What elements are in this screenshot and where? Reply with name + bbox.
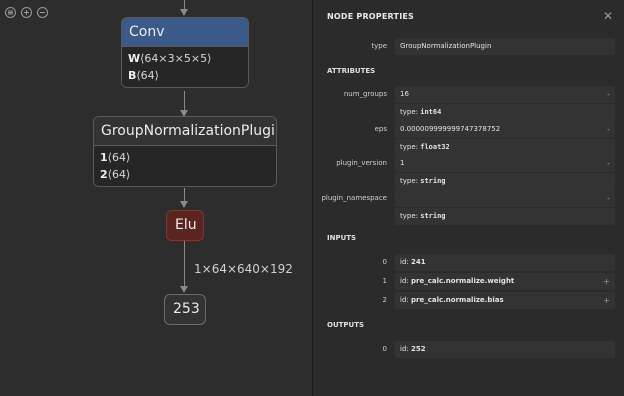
attribute-field[interactable]: 0.00000999999974737875​2- type: float32	[395, 121, 615, 156]
attribute-value: 0.00000999999974737875​2-	[395, 121, 615, 138]
attribute-type: type: float32	[395, 138, 615, 156]
edge-arrow	[180, 201, 188, 208]
type-value: GroupNormalizationPlugin	[400, 42, 492, 50]
output-id: id: 252	[400, 345, 426, 353]
inputs-heading: INPUTS	[327, 234, 357, 242]
zoom-in-icon[interactable]	[20, 6, 32, 18]
input-id: id: 241	[400, 258, 426, 266]
input-index: 2	[382, 296, 387, 304]
edge-arrow	[180, 286, 188, 293]
edge-arrow	[180, 9, 188, 16]
type-field: GroupNormalizationPlugin	[395, 38, 615, 55]
attribute-name: plugin_version	[336, 159, 387, 167]
node-title: Elu	[175, 217, 197, 233]
attribute-type: type: string	[395, 172, 615, 190]
node-title: GroupNormalizationPlugin	[94, 117, 276, 146]
node-properties-panel: NODE PROPERTIES ✕ type GroupNormalizatio…	[312, 0, 624, 396]
node-input-row: 2⟨64⟩	[100, 168, 131, 181]
attribute-type: type: int64	[395, 103, 615, 121]
node-title: Conv	[122, 18, 248, 47]
edge-shape-label: 1×64×640×192	[194, 262, 293, 276]
input-field[interactable]: id: pre_calc.normalize.weight +	[395, 273, 615, 290]
attribute-name: plugin_namespace	[321, 194, 387, 202]
attribute-value: 16-	[395, 86, 615, 103]
input-index: 1	[382, 277, 387, 285]
node-input-row: 1⟨64⟩	[100, 151, 131, 164]
input-id: id: pre_calc.normalize.weight +	[395, 273, 615, 290]
outputs-heading: OUTPUTS	[327, 321, 365, 329]
output-index: 0	[382, 345, 387, 353]
expand-icon[interactable]: -	[607, 121, 610, 138]
attribute-field[interactable]: - type: string	[395, 190, 615, 225]
attribute-type: type: string	[395, 207, 615, 225]
graph-canvas[interactable]: 1×64×640×192 Conv W⟨64×3×5×5⟩ B⟨64⟩ Grou…	[0, 0, 312, 396]
node-input-row: B⟨64⟩	[128, 69, 159, 82]
edge-conv-gnp	[184, 91, 185, 111]
expand-icon[interactable]: -	[607, 155, 610, 172]
input-index: 0	[382, 258, 387, 266]
input-id: id: pre_calc.normalize.bias +	[395, 292, 615, 309]
edge-gnp-elu	[184, 188, 185, 202]
graph-toolbar	[4, 6, 48, 18]
expand-icon[interactable]: +	[603, 292, 610, 309]
attribute-name: eps	[374, 125, 387, 133]
edge-elu-output	[184, 241, 185, 287]
node-input-row: W⟨64×3×5×5⟩	[128, 52, 212, 65]
attribute-field[interactable]: 16- type: int64	[395, 86, 615, 121]
expand-icon[interactable]: -	[607, 86, 610, 103]
attribute-name: num_groups	[343, 90, 387, 98]
attribute-field[interactable]: 1- type: string	[395, 155, 615, 190]
panel-title: NODE PROPERTIES	[327, 12, 414, 21]
attribute-value: -	[395, 190, 615, 207]
list-icon[interactable]	[4, 6, 16, 18]
attribute-value: 1-	[395, 155, 615, 172]
attributes-heading: ATTRIBUTES	[327, 67, 376, 75]
expand-icon[interactable]: +	[603, 273, 610, 290]
node-inputs: 1⟨64⟩ 2⟨64⟩	[94, 146, 276, 186]
node-title: 253	[173, 301, 200, 317]
elu-node[interactable]: Elu	[166, 210, 204, 241]
zoom-out-icon[interactable]	[36, 6, 48, 18]
output-node[interactable]: 253	[164, 294, 206, 325]
type-label: type	[371, 42, 387, 50]
conv-node[interactable]: Conv W⟨64×3×5×5⟩ B⟨64⟩	[121, 17, 249, 88]
output-field[interactable]: id: 252	[395, 341, 615, 358]
input-field[interactable]: id: 241	[395, 254, 615, 271]
input-field[interactable]: id: pre_calc.normalize.bias +	[395, 292, 615, 309]
groupnorm-node[interactable]: GroupNormalizationPlugin 1⟨64⟩ 2⟨64⟩	[93, 116, 277, 187]
node-inputs: W⟨64×3×5×5⟩ B⟨64⟩	[122, 47, 248, 87]
expand-icon[interactable]: -	[607, 190, 610, 207]
close-icon[interactable]: ✕	[603, 9, 613, 23]
